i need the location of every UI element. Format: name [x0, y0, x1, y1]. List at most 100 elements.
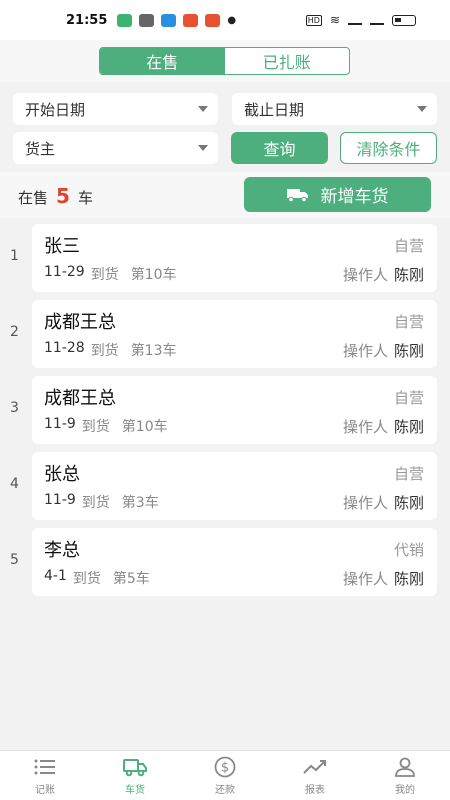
tab-trucks[interactable]: 车货 [90, 751, 180, 800]
arrival-label: 到货 [90, 267, 119, 283]
truck-icon [286, 188, 308, 202]
owner-name: 成都王总 [44, 388, 116, 409]
arrival-date: 11-28 [44, 340, 85, 356]
operator-label: 操作人 [342, 418, 388, 436]
truck-icon [123, 758, 147, 776]
query-button[interactable]: 查询 [231, 132, 328, 164]
row-index: 2 [10, 324, 19, 340]
operator-name: 陈刚 [393, 570, 424, 588]
tab-bookkeeping[interactable]: 记账 [0, 751, 90, 800]
list-item[interactable]: 1 张三 自营 11-29 到货 第10车 操作人 陈刚 [0, 224, 450, 292]
truck-number: 第10车 [121, 419, 168, 435]
count-prefix: 在售 [18, 189, 49, 207]
segmented-control: 在售 已扎账 [99, 47, 350, 75]
end-date-select[interactable]: 截止日期 [232, 93, 437, 125]
app-notification-icon [161, 13, 177, 27]
arrival-label: 到货 [81, 495, 110, 511]
wifi-icon: ≋ [329, 13, 340, 27]
tab-settled[interactable]: 已扎账 [225, 48, 350, 74]
tab-label: 我的 [395, 784, 415, 796]
caret-down-icon [417, 106, 427, 112]
arrival-label: 到货 [72, 571, 101, 587]
arrival-date: 4-1 [44, 568, 67, 584]
status-bar: 21:55 ● HD ≋ [0, 0, 450, 40]
app-notification-icon [183, 13, 199, 27]
clear-filters-button[interactable]: 清除条件 [340, 132, 437, 164]
truck-card[interactable]: 成都王总 自营 11-9 到货 第10车 操作人 陈刚 [32, 376, 437, 444]
add-truck-button[interactable]: 新增车货 [244, 177, 431, 212]
operator-label: 操作人 [342, 266, 388, 284]
app-notification-icon [117, 13, 133, 27]
operator-name: 陈刚 [393, 418, 424, 436]
truck-card[interactable]: 成都王总 自营 11-28 到货 第13车 操作人 陈刚 [32, 300, 437, 368]
row-index: 4 [10, 476, 19, 492]
dollar-icon: $ [214, 756, 236, 777]
arrival-info: 4-1 到货 第5车 [44, 568, 150, 588]
caret-down-icon [198, 145, 208, 151]
owner-name: 李总 [44, 540, 80, 561]
truck-card[interactable]: 张总 自营 11-9 到货 第3车 操作人 陈刚 [32, 452, 437, 520]
bottom-tab-bar: 记账 车货 $ 还款 报表 我的 [0, 750, 450, 800]
operator-info: 操作人 陈刚 [343, 568, 424, 589]
count-unit: 车 [77, 189, 93, 207]
tab-on-sale[interactable]: 在售 [100, 48, 225, 74]
arrival-info: 11-9 到货 第3车 [44, 492, 159, 512]
hd-icon: HD [305, 14, 322, 26]
operator-info: 操作人 陈刚 [343, 264, 424, 285]
tab-reports[interactable]: 报表 [270, 751, 360, 800]
add-truck-label: 新增车货 [320, 187, 389, 207]
user-icon [395, 757, 415, 777]
tab-label: 报表 [305, 784, 325, 796]
sale-type: 自营 [393, 313, 424, 331]
arrival-date: 11-9 [44, 416, 76, 432]
arrival-info: 11-9 到货 第10车 [44, 416, 168, 436]
row-index: 5 [10, 552, 19, 568]
operator-name: 陈刚 [393, 494, 424, 512]
tab-label: 车货 [125, 784, 145, 796]
arrival-label: 到货 [90, 343, 119, 359]
signal-icon [370, 15, 384, 25]
owner-name: 成都王总 [44, 312, 116, 333]
operator-name: 陈刚 [393, 342, 424, 360]
tab-label: 还款 [215, 784, 235, 796]
owner-name: 张三 [44, 236, 80, 257]
arrival-date: 11-29 [44, 264, 85, 280]
start-date-label: 开始日期 [25, 100, 86, 119]
arrival-label: 到货 [81, 419, 110, 435]
end-date-label: 截止日期 [244, 100, 305, 119]
count-value: 5 [56, 184, 70, 208]
operator-label: 操作人 [342, 342, 388, 360]
tab-label: 记账 [35, 784, 55, 796]
tab-repayment[interactable]: $ 还款 [180, 751, 270, 800]
truck-card[interactable]: 张三 自营 11-29 到货 第10车 操作人 陈刚 [32, 224, 437, 292]
row-index: 1 [10, 248, 19, 264]
tab-mine[interactable]: 我的 [360, 751, 450, 800]
operator-info: 操作人 陈刚 [343, 340, 424, 361]
list-item[interactable]: 5 李总 代销 4-1 到货 第5车 操作人 陈刚 [0, 528, 450, 596]
operator-info: 操作人 陈刚 [343, 492, 424, 513]
status-time: 21:55 [66, 12, 108, 28]
list-item[interactable]: 2 成都王总 自营 11-28 到货 第13车 操作人 陈刚 [0, 300, 450, 368]
app-notification-icon [205, 13, 221, 27]
operator-label: 操作人 [342, 570, 388, 588]
svg-text:$: $ [221, 760, 229, 775]
truck-card[interactable]: 李总 代销 4-1 到货 第5车 操作人 陈刚 [32, 528, 437, 596]
wechat-icon [139, 13, 155, 27]
list-item[interactable]: 3 成都王总 自营 11-9 到货 第10车 操作人 陈刚 [0, 376, 450, 444]
summary-bar: 在售 5 车 新增车货 [0, 172, 450, 218]
owner-name: 张总 [44, 464, 80, 485]
start-date-select[interactable]: 开始日期 [13, 93, 218, 125]
truck-number: 第5车 [112, 571, 150, 587]
battery-icon [392, 14, 416, 26]
truck-number: 第13车 [130, 343, 177, 359]
owner-label: 货主 [25, 139, 56, 158]
arrival-info: 11-28 到货 第13车 [44, 340, 177, 360]
truck-number: 第10车 [130, 267, 177, 283]
segment-bar: 在售 已扎账 [0, 40, 450, 82]
dot-icon: ● [227, 14, 237, 26]
arrival-info: 11-29 到货 第10车 [44, 264, 177, 284]
sale-type: 自营 [393, 237, 424, 255]
list-item[interactable]: 4 张总 自营 11-9 到货 第3车 操作人 陈刚 [0, 452, 450, 520]
sale-type: 自营 [393, 465, 424, 483]
owner-select[interactable]: 货主 [13, 132, 218, 164]
